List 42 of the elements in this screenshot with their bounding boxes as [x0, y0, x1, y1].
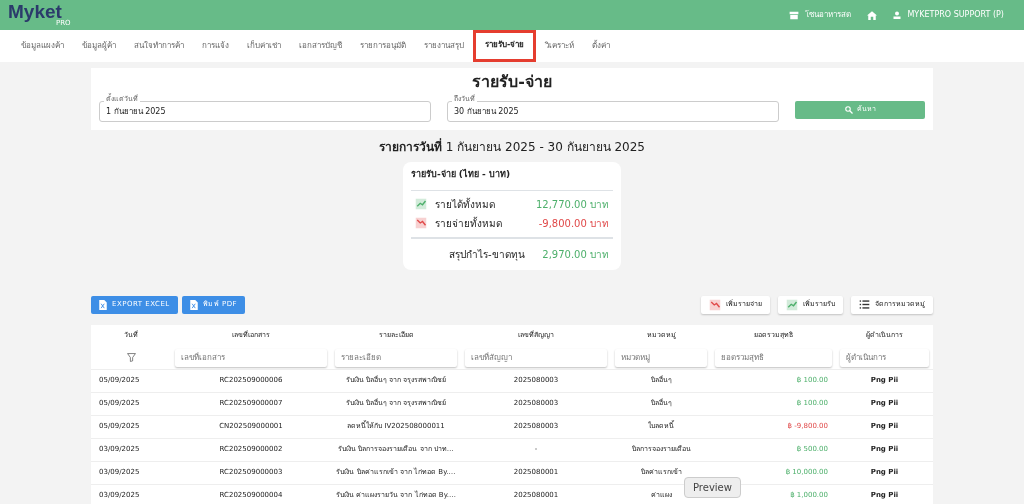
summary-title: รายรับ-จ่าย (ไทย - บาท) [411, 168, 613, 191]
total-value: 2,970.00 บาท [542, 247, 609, 262]
user-icon [893, 11, 902, 19]
document-icon [189, 299, 198, 310]
date-range-text: รายการวันที่ 1 กันยายน 2025 - 30 กันยายน 2025 [378, 138, 646, 157]
filter-field[interactable]: เลขที่สัญญา [465, 348, 607, 367]
date-field[interactable]: 30 กันยายน 2025 [447, 101, 779, 123]
tooltip: Preview [684, 477, 741, 498]
store-icon [789, 10, 800, 20]
date-field[interactable]: 1 กันยายน 2025 [99, 101, 431, 123]
nav-tab[interactable]: ข้อมูลแผงค้า [12, 30, 73, 62]
trend-up-icon [786, 298, 798, 311]
nav-tab[interactable]: การแจ้ง [193, 30, 238, 62]
summary-label: รายได้ทั้งหมด [435, 196, 495, 212]
nav-tab[interactable]: รายการอนุมัติ [351, 30, 415, 62]
nav-tab[interactable]: ตั้งค่า [583, 30, 620, 62]
page-title: รายรับ-จ่าย [471, 72, 553, 92]
summary-label: รายจ่ายทั้งหมด [435, 215, 502, 231]
filter-field[interactable]: ยอดรวมสุทธิ [715, 348, 832, 367]
filter-field[interactable]: หมวดหมู่ [615, 348, 707, 367]
nav-tab[interactable]: รายรับ-จ่าย [473, 30, 537, 62]
trend-up-icon [415, 198, 427, 211]
trend-down-icon [709, 298, 721, 311]
summary-value: -9,800.00 บาท [538, 216, 609, 231]
nav-tab[interactable]: เอกสารบัญชี [290, 30, 351, 62]
nav-tab[interactable]: สนใจทำการค้า [125, 30, 193, 62]
summary-value: 12,770.00 บาท [535, 197, 609, 212]
filter-field[interactable]: ผู้ดำเนินการ [840, 348, 929, 367]
nav-tab[interactable]: วิเคราะห์ [536, 30, 584, 62]
search-icon [844, 105, 853, 114]
nav-tab[interactable]: ข้อมูลผู้ค้า [73, 30, 125, 62]
logo: Myket [8, 1, 62, 21]
spreadsheet-icon [99, 299, 107, 310]
filter-field[interactable]: เลขที่เอกสาร [175, 348, 327, 367]
total-label: สรุปกำไร-ขาดทุน [449, 247, 525, 262]
filter-field[interactable]: รายละเอียด [335, 348, 457, 367]
nav-tab[interactable]: เก็บค่าเช่า [238, 30, 290, 62]
trend-down-icon [415, 217, 427, 230]
filter-icon[interactable] [126, 353, 136, 363]
list-icon [859, 299, 870, 311]
nav-tab[interactable]: รายงานสรุป [415, 30, 473, 62]
home-icon[interactable] [867, 10, 878, 20]
